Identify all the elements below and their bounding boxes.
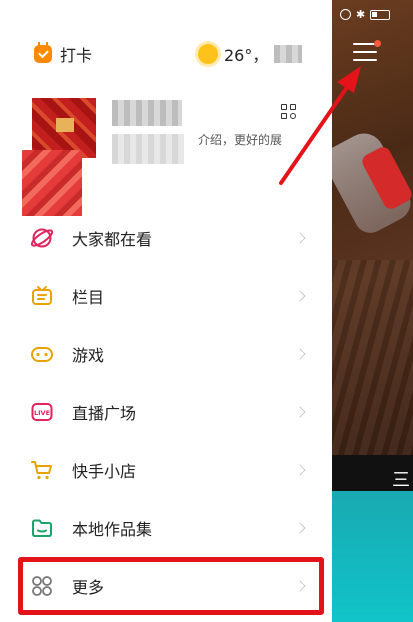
checkin-button[interactable]: 打卡 <box>34 42 92 66</box>
chevron-right-icon <box>294 580 306 592</box>
qr-code-icon[interactable] <box>281 104 297 120</box>
tv-column-icon <box>30 284 54 308</box>
menu-item-shop[interactable]: 快手小店 <box>0 441 332 499</box>
notification-dot <box>374 40 381 47</box>
menu-label: 直播广场 <box>72 404 137 423</box>
menu-label: 游戏 <box>72 346 105 365</box>
sun-icon <box>198 44 218 64</box>
menu-item-local-works[interactable]: 本地作品集 <box>0 499 332 557</box>
menu-item-live-plaza[interactable]: LIVE 直播广场 <box>0 383 332 441</box>
teal-card <box>332 491 413 622</box>
menu-item-trending[interactable]: 大家都在看 <box>0 209 332 267</box>
weather-temperature: 26°， <box>224 46 269 65</box>
menu-label: 栏目 <box>72 288 105 307</box>
svg-text:LIVE: LIVE <box>34 409 50 417</box>
gamepad-icon <box>30 342 54 366</box>
menu-label: 本地作品集 <box>72 520 153 539</box>
username-blurred <box>112 100 182 126</box>
calendar-check-icon <box>34 42 52 63</box>
weather-widget[interactable]: 26°， <box>198 42 303 66</box>
tab-label[interactable]: 三 <box>392 466 410 492</box>
cart-icon <box>30 458 54 482</box>
chevron-right-icon <box>294 348 306 360</box>
battery-icon <box>370 9 391 20</box>
planet-icon <box>30 226 54 250</box>
weather-location-blurred <box>274 45 303 63</box>
chevron-right-icon <box>294 522 306 534</box>
live-icon: LIVE <box>30 400 54 424</box>
menu-item-games[interactable]: 游戏 <box>0 325 332 383</box>
chevron-right-icon <box>294 464 306 476</box>
checkin-label: 打卡 <box>60 46 93 65</box>
chevron-right-icon <box>294 232 306 244</box>
background-video-area: 三 <box>332 0 413 622</box>
rotation-lock-icon <box>340 9 351 20</box>
chevron-right-icon <box>294 406 306 418</box>
menu-item-more[interactable]: 更多 <box>0 557 332 615</box>
menu-label: 更多 <box>72 578 105 597</box>
folder-icon <box>30 516 54 540</box>
menu-hamburger-icon[interactable] <box>353 40 381 63</box>
side-drawer: 打卡 26°， 介绍，更好的展 大家都在看 栏目 游戏 LIVE 直播广场 快手… <box>0 0 332 622</box>
drawer-menu: 大家都在看 栏目 游戏 LIVE 直播广场 快手小店 本地作品集 更多 <box>0 209 332 615</box>
bluetooth-icon: ✱ <box>356 8 366 21</box>
menu-label: 大家都在看 <box>72 230 153 249</box>
avatar[interactable] <box>22 98 108 216</box>
status-bar: ✱ <box>340 8 391 21</box>
chevron-right-icon <box>294 290 306 302</box>
menu-item-columns[interactable]: 栏目 <box>0 267 332 325</box>
grid-icon <box>30 574 54 598</box>
menu-label: 快手小店 <box>72 462 137 481</box>
user-info-blurred <box>112 134 184 164</box>
profile-intro-text[interactable]: 介绍，更好的展 <box>198 131 282 148</box>
